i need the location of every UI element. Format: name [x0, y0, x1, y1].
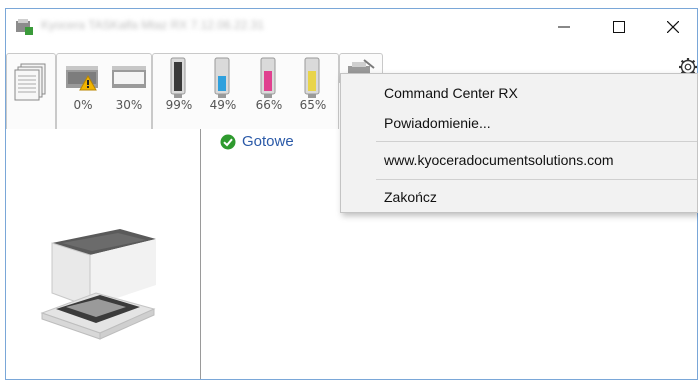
toner-black-icon: [170, 57, 186, 98]
title-bar: Kyocera TASKalfa Mtaz RX 7.12.06.22.31: [6, 9, 697, 45]
menu-item-exit[interactable]: Zakończ: [384, 189, 437, 205]
menu-separator: [376, 141, 697, 142]
toner-black-fill: [174, 62, 182, 91]
paper-cassette-2[interactable]: 30%: [107, 54, 151, 112]
printer-image-pane: [6, 129, 201, 379]
menu-item-command-center-rx[interactable]: Command Center RX: [384, 85, 518, 101]
minimize-button[interactable]: [538, 9, 590, 45]
paper-level-2: 30%: [115, 98, 143, 112]
printer-status: Gotowe: [220, 133, 294, 150]
toner-cyan[interactable]: 49%: [203, 54, 243, 112]
print-jobs-group[interactable]: [6, 53, 56, 129]
toner-level-magenta: 66%: [255, 98, 283, 112]
menu-item-website[interactable]: www.kyoceradocumentsolutions.com: [384, 152, 614, 168]
paper-cassette-1[interactable]: 0%: [61, 54, 105, 112]
check-circle-icon: [220, 134, 236, 149]
print-jobs-icon: [14, 63, 46, 101]
toner-yellow[interactable]: 65%: [293, 54, 333, 112]
toner-level-cyan: 49%: [209, 98, 237, 112]
toner-level-yellow: 65%: [299, 98, 327, 112]
toner-cyan-icon: [214, 57, 230, 98]
paper-level-1: 0%: [73, 98, 93, 112]
toner-black[interactable]: 99%: [159, 54, 199, 112]
toner-level-black: 99%: [165, 98, 193, 112]
window-title: Kyocera TASKalfa Mtaz RX 7.12.06.22.31: [41, 18, 265, 32]
paper-group[interactable]: 0% 30%: [56, 53, 152, 129]
toner-magenta[interactable]: 66%: [249, 54, 289, 112]
toner-group[interactable]: 99% 49% 66% 65%: [152, 53, 339, 129]
paper-tray-warning-icon: [66, 66, 98, 91]
app-printer-icon: [16, 19, 33, 35]
maximize-button[interactable]: [593, 9, 645, 45]
printer-image: [40, 229, 156, 340]
status-text: Gotowe: [242, 133, 294, 150]
toner-magenta-icon: [260, 57, 276, 98]
paper-tray-icon: [112, 66, 146, 88]
menu-item-notification[interactable]: Powiadomienie...: [384, 115, 491, 131]
context-menu: Command Center RX Powiadomienie... www.k…: [340, 73, 698, 213]
toner-yellow-icon: [304, 57, 320, 98]
close-button[interactable]: [647, 9, 698, 45]
menu-separator: [376, 179, 697, 180]
